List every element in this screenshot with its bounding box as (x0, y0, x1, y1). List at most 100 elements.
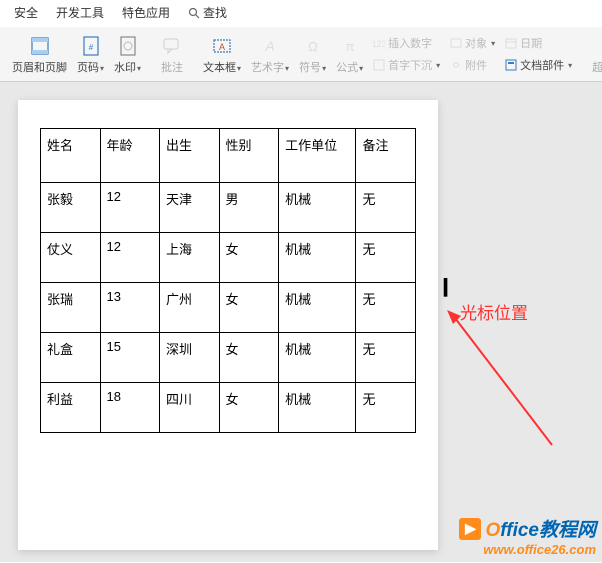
table-cell[interactable]: 机械 (279, 383, 356, 433)
search-label: 查找 (203, 4, 227, 21)
table-header-cell[interactable]: 工作单位 (279, 129, 356, 183)
table-cell[interactable]: 天津 (160, 183, 220, 233)
table-cell[interactable]: 四川 (160, 383, 220, 433)
date-button[interactable]: 日期 (501, 33, 576, 53)
toolbar: 页眉和页脚 # 页码▾ 水印▾ 批注 A 文本框▾ A 艺术字▾ Ω 符号▾ π (0, 27, 602, 81)
annotation-arrow (447, 310, 557, 450)
table-cell[interactable]: 张瑞 (41, 283, 101, 333)
watermark-button[interactable]: 水印▾ (110, 35, 145, 75)
tab-security[interactable]: 安全 (14, 4, 38, 21)
table-cell[interactable]: 12 (100, 233, 160, 283)
wordart-button[interactable]: A 艺术字▾ (247, 35, 293, 75)
formula-label: 公式▾ (336, 59, 363, 75)
search-icon (188, 7, 200, 19)
table-cell[interactable]: 12 (100, 183, 160, 233)
annotation-label: 光标位置 (460, 299, 528, 324)
comment-button: 批注 (157, 35, 187, 75)
textbox-icon: A (211, 35, 233, 57)
header-footer-icon (29, 35, 51, 57)
table-row: 张毅12天津男机械无 (41, 183, 416, 233)
object-button[interactable]: 对象▾ (446, 33, 499, 53)
brand-url: www.office26.com (459, 542, 596, 557)
header-footer-button[interactable]: 页眉和页脚 (8, 35, 71, 75)
table-cell[interactable]: 机械 (279, 333, 356, 383)
table-header-cell[interactable]: 备注 (356, 129, 416, 183)
table-header-cell[interactable]: 出生 (160, 129, 220, 183)
symbol-label: 符号▾ (299, 59, 326, 75)
table-cell[interactable]: 女 (219, 383, 279, 433)
hyperlink-label: 超链接▾ (592, 59, 602, 75)
formula-button[interactable]: π 公式▾ (332, 35, 367, 75)
document-canvas[interactable]: 姓名 年龄 出生 性别 工作单位 备注 张毅12天津男机械无 仗义12上海女机械… (0, 82, 602, 562)
table-cell[interactable]: 女 (219, 283, 279, 333)
table-row: 张瑞13广州女机械无 (41, 283, 416, 333)
dropcap-label: 首字下沉 (388, 57, 432, 73)
doc-parts-button[interactable]: 文档部件▾ (501, 55, 576, 75)
page-number-button[interactable]: # 页码▾ (73, 35, 108, 75)
table-cell[interactable]: 机械 (279, 233, 356, 283)
table-cell[interactable]: 深圳 (160, 333, 220, 383)
table-cell[interactable]: 男 (219, 183, 279, 233)
comment-icon (161, 35, 183, 57)
table-cell[interactable]: 15 (100, 333, 160, 383)
svg-text:A: A (219, 42, 225, 52)
table-cell[interactable]: 广州 (160, 283, 220, 333)
table-cell[interactable]: 女 (219, 233, 279, 283)
table-row: 姓名 年龄 出生 性别 工作单位 备注 (41, 129, 416, 183)
table-cell[interactable]: 机械 (279, 183, 356, 233)
svg-text:123: 123 (373, 39, 385, 49)
table-header-cell[interactable]: 年龄 (100, 129, 160, 183)
table-cell[interactable]: 无 (356, 383, 416, 433)
cursor-indicator: ❙ (438, 276, 453, 297)
ribbon: 安全 开发工具 特色应用 查找 页眉和页脚 # 页码▾ 水印▾ 批注 A 文本框… (0, 0, 602, 82)
textbox-button[interactable]: A 文本框▾ (199, 35, 245, 75)
wordart-icon: A (259, 35, 281, 57)
table-cell[interactable]: 礼盒 (41, 333, 101, 383)
watermark-brand: ▶ Office教程网 www.office26.com (459, 515, 596, 557)
date-parts-group: 日期 文档部件▾ (501, 33, 576, 75)
insert-number-button[interactable]: 123插入数字 (369, 33, 444, 53)
date-icon (505, 37, 517, 49)
table-cell[interactable]: 无 (356, 283, 416, 333)
insert-number-label: 插入数字 (388, 35, 432, 51)
ribbon-tabs: 安全 开发工具 特色应用 查找 (0, 0, 602, 27)
table-row: 利益18四川女机械无 (41, 383, 416, 433)
insert-group: 123插入数字 首字下沉▾ (369, 33, 444, 75)
table-header-cell[interactable]: 性别 (219, 129, 279, 183)
tab-dev-tools[interactable]: 开发工具 (56, 4, 104, 21)
tab-search[interactable]: 查找 (188, 4, 227, 21)
formula-icon: π (339, 35, 361, 57)
tab-special[interactable]: 特色应用 (122, 4, 170, 21)
object-icon (450, 37, 462, 49)
svg-text:π: π (345, 39, 354, 54)
data-table[interactable]: 姓名 年龄 出生 性别 工作单位 备注 张毅12天津男机械无 仗义12上海女机械… (40, 128, 416, 433)
attachment-label: 附件 (465, 57, 487, 73)
table-cell[interactable]: 18 (100, 383, 160, 433)
brand-name: Office教程网 (485, 515, 596, 542)
table-row: 礼盒15深圳女机械无 (41, 333, 416, 383)
svg-text:#: # (88, 43, 93, 52)
document-page[interactable]: 姓名 年龄 出生 性别 工作单位 备注 张毅12天津男机械无 仗义12上海女机械… (18, 100, 438, 550)
table-cell[interactable]: 无 (356, 183, 416, 233)
watermark-icon (117, 35, 139, 57)
table-cell[interactable]: 13 (100, 283, 160, 333)
object-label: 对象 (465, 35, 487, 51)
table-cell[interactable]: 利益 (41, 383, 101, 433)
hyperlink-button[interactable]: 超链接▾ (588, 35, 602, 75)
table-cell[interactable]: 女 (219, 333, 279, 383)
table-cell[interactable]: 机械 (279, 283, 356, 333)
wordart-label: 艺术字▾ (251, 59, 289, 75)
doc-parts-label: 文档部件 (520, 57, 564, 73)
table-cell[interactable]: 无 (356, 233, 416, 283)
symbol-button[interactable]: Ω 符号▾ (295, 35, 330, 75)
table-cell[interactable]: 无 (356, 333, 416, 383)
dropcap-button[interactable]: 首字下沉▾ (369, 55, 444, 75)
date-label: 日期 (520, 35, 542, 51)
table-cell[interactable]: 仗义 (41, 233, 101, 283)
table-cell[interactable]: 上海 (160, 233, 220, 283)
attachment-button[interactable]: 附件 (446, 55, 499, 75)
header-footer-label: 页眉和页脚 (12, 59, 67, 75)
table-header-cell[interactable]: 姓名 (41, 129, 101, 183)
table-cell[interactable]: 张毅 (41, 183, 101, 233)
attachment-icon (450, 59, 462, 71)
